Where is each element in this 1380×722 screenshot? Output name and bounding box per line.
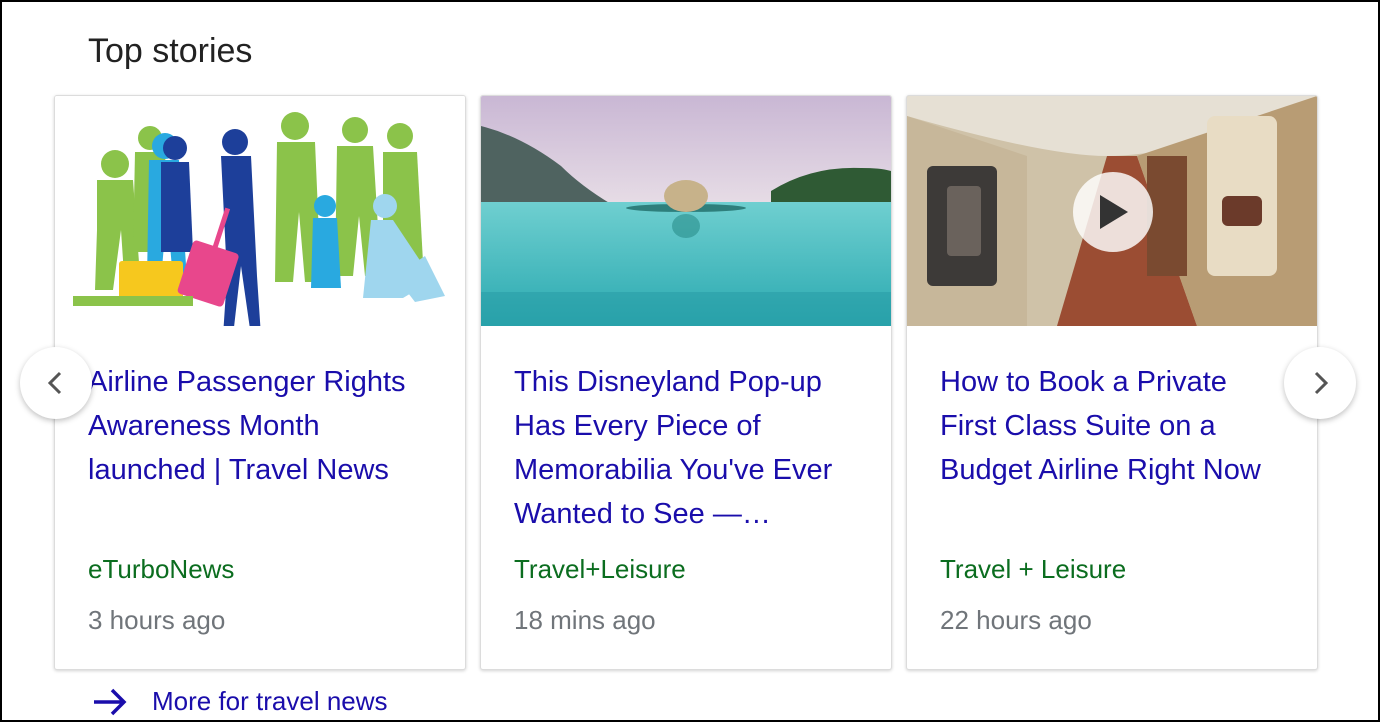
story-time: 22 hours ago	[940, 605, 1092, 635]
story-headline[interactable]: Airline Passenger Rights Awareness Month…	[88, 360, 433, 492]
section-title: Top stories	[88, 32, 253, 70]
story-source: Travel+Leisure	[514, 554, 686, 584]
story-time: 18 mins ago	[514, 605, 656, 635]
infinity-pool-image	[481, 96, 891, 326]
story-card[interactable]: How to Book a Private First Class Suite …	[906, 95, 1318, 670]
story-thumbnail[interactable]	[481, 96, 891, 326]
carousel-next-button[interactable]	[1284, 347, 1356, 419]
story-headline[interactable]: How to Book a Private First Class Suite …	[940, 360, 1285, 492]
chevron-right-icon	[1314, 371, 1329, 395]
play-icon	[1100, 195, 1128, 229]
story-time: 3 hours ago	[88, 605, 226, 635]
story-source: Travel + Leisure	[940, 554, 1127, 584]
story-thumbnail[interactable]	[55, 96, 465, 326]
story-card[interactable]: This Disneyland Pop-up Has Every Piece o…	[480, 95, 892, 670]
carousel-prev-button[interactable]	[20, 347, 92, 419]
chevron-left-icon	[47, 371, 62, 395]
video-play-button[interactable]	[1073, 172, 1153, 252]
arrow-right-icon	[94, 688, 127, 715]
more-link[interactable]: More for travel news	[92, 686, 388, 717]
story-source: eTurboNews	[88, 554, 235, 584]
people-silhouettes-image	[55, 96, 465, 326]
story-card[interactable]: Airline Passenger Rights Awareness Month…	[54, 95, 466, 670]
top-stories-panel: Top stories Airline Passenger Rights Awa…	[0, 0, 1380, 722]
story-headline[interactable]: This Disneyland Pop-up Has Every Piece o…	[514, 360, 859, 536]
story-thumbnail[interactable]	[907, 96, 1317, 326]
more-link-label[interactable]: More for travel news	[152, 686, 388, 717]
